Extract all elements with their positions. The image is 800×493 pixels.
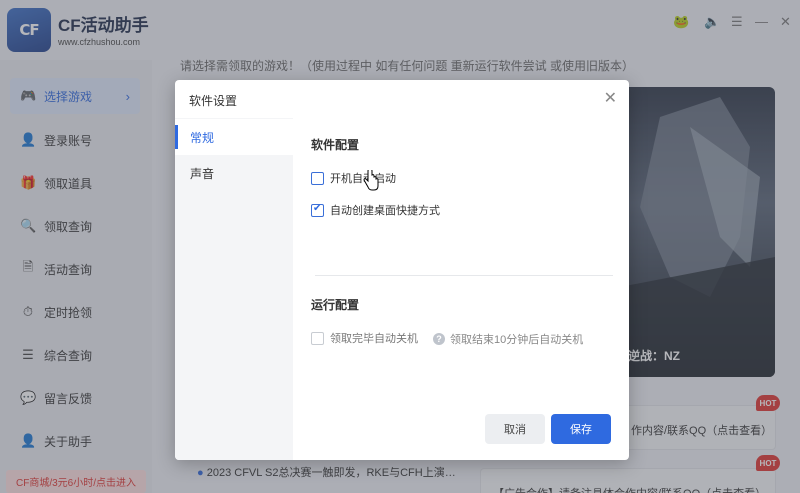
shutdown-option[interactable]: 领取完毕自动关机 — [311, 330, 418, 346]
shutdown-hint: ? 领取结束10分钟后自动关机 — [433, 331, 583, 347]
autostart-option[interactable]: 开机自动启动 — [311, 170, 396, 186]
help-icon: ? — [433, 333, 445, 345]
shortcut-label: 自动创建桌面快捷方式 — [330, 205, 440, 217]
dialog-title: 软件设置 — [189, 94, 238, 108]
cancel-button[interactable]: 取消 — [485, 414, 545, 444]
shortcut-option[interactable]: 自动创建桌面快捷方式 — [311, 202, 440, 218]
divider — [315, 275, 613, 276]
shutdown-checkbox[interactable] — [311, 331, 324, 345]
autostart-checkbox[interactable] — [311, 171, 324, 185]
tab-sound[interactable]: 声音 — [175, 155, 293, 191]
close-icon[interactable]: ✕ — [604, 88, 617, 108]
shutdown-label: 领取完毕自动关机 — [330, 333, 418, 345]
section-title-software: 软件配置 — [311, 138, 360, 152]
save-button[interactable]: 保存 — [551, 414, 611, 444]
section-title-run: 运行配置 — [311, 298, 360, 312]
hand-cursor-icon — [363, 170, 379, 191]
settings-tabs: 常规 声音 — [175, 118, 293, 460]
shutdown-hint-text: 领取结束10分钟后自动关机 — [450, 334, 584, 346]
settings-dialog: 软件设置 ✕ 常规 声音 软件配置 开机自动启动 自动创建桌面快捷方式 运行配置… — [175, 80, 629, 460]
shortcut-checkbox[interactable] — [311, 203, 324, 217]
tab-general[interactable]: 常规 — [175, 119, 293, 155]
